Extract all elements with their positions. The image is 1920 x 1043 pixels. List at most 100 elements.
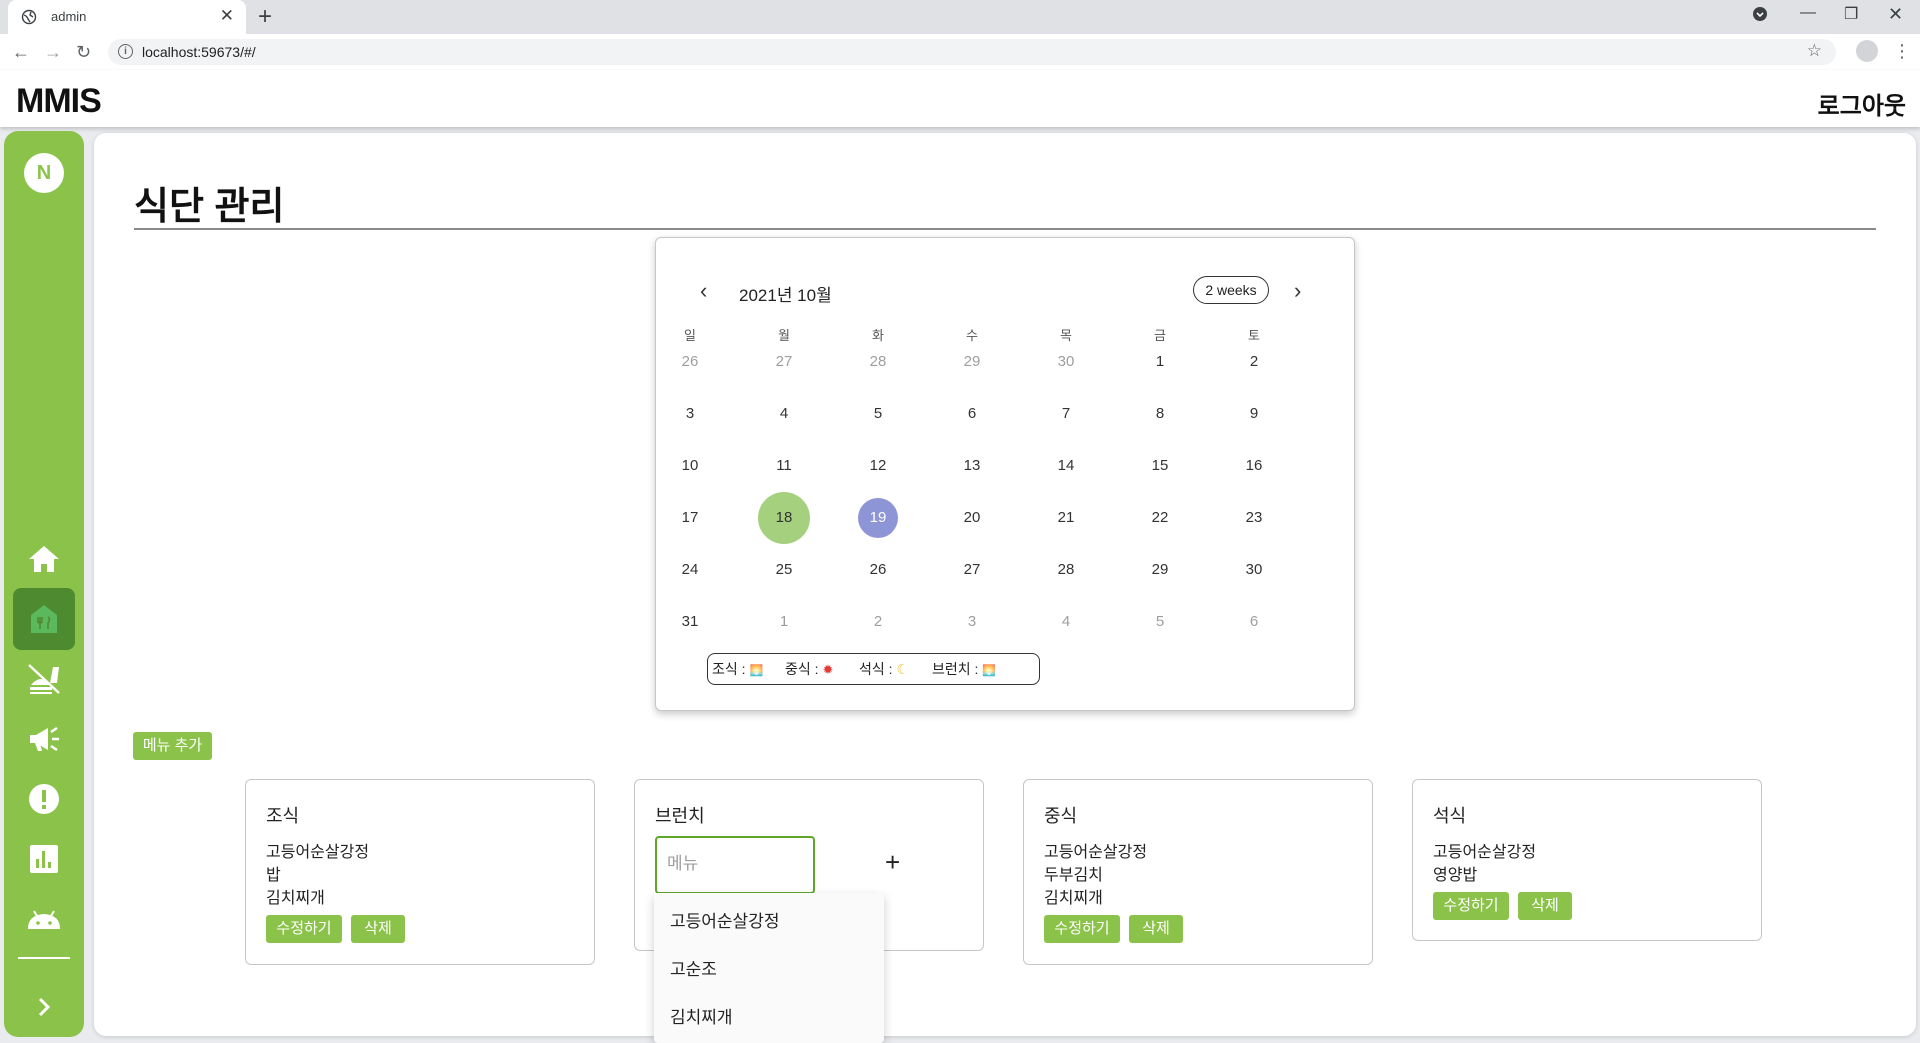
calendar-day[interactable]: 3 [664, 388, 716, 440]
calendar-day[interactable]: 1 [1134, 336, 1186, 388]
prev-month-icon[interactable]: ‹ [700, 278, 707, 304]
calendar-day[interactable]: 9 [1228, 388, 1280, 440]
view-toggle-button[interactable]: 2 weeks [1193, 276, 1269, 304]
calendar-day[interactable]: 21 [1040, 492, 1092, 544]
delete-button[interactable]: 삭제 [351, 915, 405, 943]
calendar-day[interactable]: 13 [946, 440, 998, 492]
calendar-day[interactable]: 6 [1228, 596, 1280, 648]
meal-title: 조식 [266, 806, 300, 826]
calendar-day[interactable]: 26 [852, 544, 904, 596]
calendar-day[interactable]: 10 [664, 440, 716, 492]
menu-item: 두부김치 [1044, 867, 1103, 884]
calendar-day[interactable]: 5 [1134, 596, 1186, 648]
new-tab-icon[interactable]: + [258, 3, 272, 31]
moon-icon: ☾ [896, 661, 909, 677]
calendar-day[interactable]: 23 [1228, 492, 1280, 544]
legend-brunch: 브런치 : 🌅 [932, 654, 996, 686]
app-header: MMIS 로그아웃 [0, 70, 1920, 127]
browser-menu-icon[interactable]: ⋮ [1893, 41, 1911, 62]
calendar-day[interactable]: 4 [1040, 596, 1092, 648]
calendar-day[interactable]: 15 [1134, 440, 1186, 492]
calendar-day[interactable]: 30 [1040, 336, 1092, 388]
calendar-day[interactable]: 24 [664, 544, 716, 596]
sidebar-item-home[interactable] [13, 528, 75, 590]
calendar-day[interactable]: 14 [1040, 440, 1092, 492]
sidebar: N [4, 131, 84, 1037]
tab-search-icon[interactable] [1752, 6, 1768, 27]
calendar-day[interactable]: 1 [758, 596, 810, 648]
menu-input-field[interactable] [655, 836, 815, 894]
sidebar-expand-button[interactable] [13, 976, 75, 1038]
calendar-day[interactable]: 20 [946, 492, 998, 544]
calendar-day[interactable]: 28 [852, 336, 904, 388]
calendar-day[interactable]: 18 [758, 492, 810, 544]
forward-icon[interactable]: → [44, 42, 62, 63]
home-icon [29, 546, 59, 572]
calendar-day[interactable]: 26 [664, 336, 716, 388]
close-tab-icon[interactable]: ✕ [220, 6, 234, 26]
back-icon[interactable]: ← [12, 42, 30, 63]
browser-tab-strip: admin ✕ + — ❐ ✕ [0, 0, 1920, 34]
sidebar-item-announcement[interactable] [13, 708, 75, 770]
calendar-day[interactable]: 4 [758, 388, 810, 440]
meal-title: 중식 [1044, 806, 1078, 826]
edit-button[interactable]: 수정하기 [266, 915, 342, 943]
calendar-day[interactable]: 29 [946, 336, 998, 388]
calendar-day[interactable]: 30 [1228, 544, 1280, 596]
add-item-icon[interactable]: + [885, 847, 900, 878]
calendar-day[interactable]: 11 [758, 440, 810, 492]
calendar-day[interactable]: 16 [1228, 440, 1280, 492]
browser-tab[interactable]: admin ✕ [8, 0, 246, 34]
url-text[interactable]: localhost:59673/#/ [142, 44, 256, 60]
delete-button[interactable]: 삭제 [1129, 915, 1183, 943]
calendar-day[interactable]: 2 [852, 596, 904, 648]
calendar-day[interactable]: 27 [758, 336, 810, 388]
menu-item: 고등어순살강정 [1433, 844, 1537, 861]
calendar-day[interactable]: 2 [1228, 336, 1280, 388]
address-bar[interactable]: i localhost:59673/#/ ☆ [108, 39, 1836, 65]
menu-input[interactable] [665, 838, 809, 890]
sidebar-item-android[interactable] [13, 888, 75, 950]
calendar-day[interactable]: 28 [1040, 544, 1092, 596]
user-avatar[interactable]: N [24, 153, 64, 193]
calendar-day[interactable]: 12 [852, 440, 904, 492]
autocomplete-option[interactable]: 고순조 [670, 955, 717, 980]
calendar-day[interactable]: 31 [664, 596, 716, 648]
sidebar-item-alert[interactable] [13, 768, 75, 830]
calendar-day[interactable]: 17 [664, 492, 716, 544]
restore-icon[interactable]: ❐ [1844, 4, 1858, 24]
calendar-day[interactable]: 22 [1134, 492, 1186, 544]
autocomplete-option[interactable]: 고등어순살강정 [670, 907, 779, 932]
edit-button[interactable]: 수정하기 [1044, 915, 1120, 943]
calendar-day[interactable]: 25 [758, 544, 810, 596]
sidebar-item-statistics[interactable] [13, 828, 75, 890]
calendar-day[interactable]: 5 [852, 388, 904, 440]
autocomplete-option[interactable]: 김치찌개 [670, 1003, 733, 1028]
sidebar-item-meal[interactable] [13, 588, 75, 650]
breakfast-card: 조식 고등어순살강정 밥 김치찌개 수정하기 삭제 [245, 779, 595, 965]
next-month-icon[interactable]: › [1294, 278, 1301, 304]
edit-button[interactable]: 수정하기 [1433, 892, 1509, 920]
main-content: 식단 관리 ‹ 2021년 10월 2 weeks › 일월화수목금토 26 27… [94, 133, 1916, 1043]
calendar-day[interactable]: 6 [946, 388, 998, 440]
calendar-day[interactable]: 8 [1134, 388, 1186, 440]
calendar-day[interactable]: 7 [1040, 388, 1092, 440]
browser-toolbar: ← → ↻ i localhost:59673/#/ ☆ ⋮ [0, 34, 1920, 71]
minimize-icon[interactable]: — [1800, 4, 1816, 22]
calendar-day[interactable]: 19 [858, 498, 898, 538]
legend-dinner-label: 석식 : [859, 661, 893, 677]
add-menu-button[interactable]: 메뉴 추가 [133, 732, 212, 760]
delete-button[interactable]: 삭제 [1518, 892, 1572, 920]
calendar-day[interactable]: 29 [1134, 544, 1186, 596]
sidebar-item-no-food[interactable] [13, 648, 75, 710]
profile-avatar-icon[interactable] [1856, 40, 1878, 62]
brand-logo[interactable]: MMIS [16, 82, 102, 121]
bookmark-star-icon[interactable]: ☆ [1807, 41, 1822, 61]
reload-icon[interactable]: ↻ [76, 42, 91, 63]
close-window-icon[interactable]: ✕ [1888, 4, 1903, 25]
info-icon[interactable]: i [118, 44, 133, 59]
calendar-day[interactable]: 3 [946, 596, 998, 648]
logout-button[interactable]: 로그아웃 [1818, 86, 1906, 121]
legend-breakfast-label: 조식 : [712, 661, 746, 677]
calendar-day[interactable]: 27 [946, 544, 998, 596]
